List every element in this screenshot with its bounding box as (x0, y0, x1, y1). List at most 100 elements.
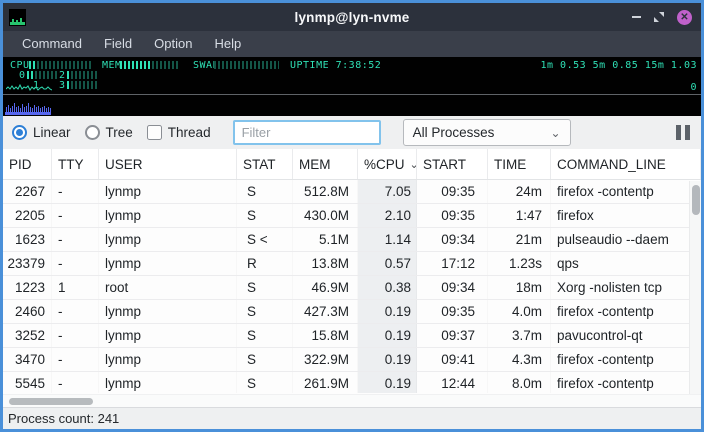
column-header-stat[interactable]: STAT (237, 149, 293, 179)
cell-mem: 512.8M (293, 180, 358, 203)
menu-help[interactable]: Help (203, 31, 252, 57)
app-icon-graph (10, 17, 25, 25)
cell-stat: S (237, 324, 293, 347)
mem-label: MEM (102, 60, 122, 71)
cell-command-line: qps (551, 252, 701, 275)
cell-tty: - (52, 324, 99, 347)
table-row[interactable]: 23379-lynmpR13.8M0.5717:121.23sqps (3, 252, 701, 276)
table-row[interactable]: 2267-lynmpS512.8M7.0509:3524mfirefox -co… (3, 180, 701, 204)
cell-user: lynmp (99, 372, 237, 393)
cpu-load-sparkline (6, 81, 52, 92)
menu-field[interactable]: Field (93, 31, 143, 57)
cell-command-line: Xorg -nolisten tcp (551, 276, 701, 299)
cell-pid: 2460 (3, 300, 52, 323)
horizontal-scrollbar-thumb[interactable] (9, 398, 93, 405)
column-header-time[interactable]: TIME (488, 149, 551, 179)
core3-label: 3 (59, 80, 66, 91)
core1-label: 1 (33, 80, 40, 91)
cell-mem: 15.8M (293, 324, 358, 347)
load-graph-area (3, 95, 701, 116)
cell-start: 09:37 (417, 324, 488, 347)
core0-meter (27, 71, 57, 79)
cell-time: 24m (488, 180, 551, 203)
cell-mem: 46.9M (293, 276, 358, 299)
table-row[interactable]: 2460-lynmpS427.3M0.1909:354.0mfirefox -c… (3, 300, 701, 324)
cell-cpu: 2.10 (358, 204, 417, 227)
app-window: lynmp@lyn-nvme ✕ Command Field Option He… (0, 0, 704, 432)
table-row[interactable]: 3470-lynmpS322.9M0.1909:414.3mfirefox -c… (3, 348, 701, 372)
cell-tty: - (52, 372, 99, 393)
menu-command[interactable]: Command (11, 31, 93, 57)
column-header-tty[interactable]: TTY (52, 149, 99, 179)
cell-pid: 5545 (3, 372, 52, 393)
cell-pid: 2267 (3, 180, 52, 203)
cell-time: 4.3m (488, 348, 551, 371)
table-row[interactable]: 2205-lynmpS430.0M2.1009:351:47firefox (3, 204, 701, 228)
cell-stat: S (237, 276, 293, 299)
vertical-scrollbar-thumb[interactable] (692, 185, 700, 215)
filter-input[interactable] (233, 120, 381, 145)
cell-time: 3.7m (488, 324, 551, 347)
linear-radio[interactable] (12, 125, 27, 140)
thread-label: Thread (168, 125, 211, 140)
pause-button[interactable] (676, 125, 690, 140)
status-bar: Process count: 241 (3, 407, 701, 429)
cell-stat: R (237, 252, 293, 275)
horizontal-scrollbar[interactable] (3, 394, 701, 407)
column-header-command-line[interactable]: COMMAND_LINE (551, 149, 701, 179)
cell-user: lynmp (99, 252, 237, 275)
cell-tty: - (52, 228, 99, 251)
cell-start: 09:35 (417, 180, 488, 203)
cell-time: 1:47 (488, 204, 551, 227)
vertical-scrollbar[interactable] (689, 181, 701, 394)
core2-meter (67, 71, 97, 79)
table-row[interactable]: 5545-lynmpS261.9M0.1912:448.0mfirefox -c… (3, 372, 701, 393)
cell-user: lynmp (99, 180, 237, 203)
swap-meter (214, 61, 279, 69)
chevron-down-icon: ⌄ (551, 126, 561, 140)
cell-stat: S (237, 372, 293, 393)
restore-down-icon (653, 11, 665, 23)
cell-mem: 261.9M (293, 372, 358, 393)
cell-time: 4.0m (488, 300, 551, 323)
restore-button[interactable] (653, 11, 665, 23)
minimize-button[interactable] (632, 16, 641, 18)
process-scope-value: All Processes (413, 125, 495, 140)
cell-tty: 1 (52, 276, 99, 299)
cell-cpu: 0.19 (358, 348, 417, 371)
column-header-mem[interactable]: MEM (293, 149, 358, 179)
column-header-pid[interactable]: PID (3, 149, 52, 179)
column-header-user[interactable]: USER (99, 149, 237, 179)
cell-tty: - (52, 348, 99, 371)
cell-command-line: pulseaudio --daem (551, 228, 701, 251)
table-row[interactable]: 12231rootS46.9M0.3809:3418mXorg -noliste… (3, 276, 701, 300)
app-icon (9, 9, 26, 26)
column-header-cpu[interactable]: %CPU⌄ (358, 149, 417, 179)
title-bar[interactable]: lynmp@lyn-nvme ✕ (3, 3, 701, 31)
column-header-start[interactable]: START (417, 149, 488, 179)
table-row[interactable]: 3252-lynmpS15.8M0.1909:373.7mpavucontrol… (3, 324, 701, 348)
tree-radio[interactable] (85, 125, 100, 140)
pause-icon (676, 125, 681, 140)
process-scope-select[interactable]: All Processes ⌄ (403, 119, 571, 146)
table-header: PID TTY USER STAT MEM %CPU⌄ START TIME C… (3, 149, 701, 180)
cell-pid: 23379 (3, 252, 52, 275)
menu-bar: Command Field Option Help (3, 31, 701, 57)
linear-label: Linear (33, 125, 71, 140)
close-button[interactable]: ✕ (677, 10, 692, 25)
thread-checkbox[interactable] (147, 125, 162, 140)
cell-pid: 3252 (3, 324, 52, 347)
cell-time: 1.23s (488, 252, 551, 275)
cell-pid: 1223 (3, 276, 52, 299)
cell-start: 09:41 (417, 348, 488, 371)
cell-user: lynmp (99, 300, 237, 323)
table-row[interactable]: 1623-lynmpS <5.1M1.1409:3421mpulseaudio … (3, 228, 701, 252)
uptime-readout: UPTIME 7:38:52 (290, 60, 381, 71)
cell-cpu: 0.19 (358, 372, 417, 393)
cell-command-line: firefox -contentp (551, 300, 701, 323)
cell-command-line: firefox (551, 204, 701, 227)
cell-mem: 430.0M (293, 204, 358, 227)
cell-cpu: 7.05 (358, 180, 417, 203)
cell-time: 21m (488, 228, 551, 251)
menu-option[interactable]: Option (143, 31, 203, 57)
